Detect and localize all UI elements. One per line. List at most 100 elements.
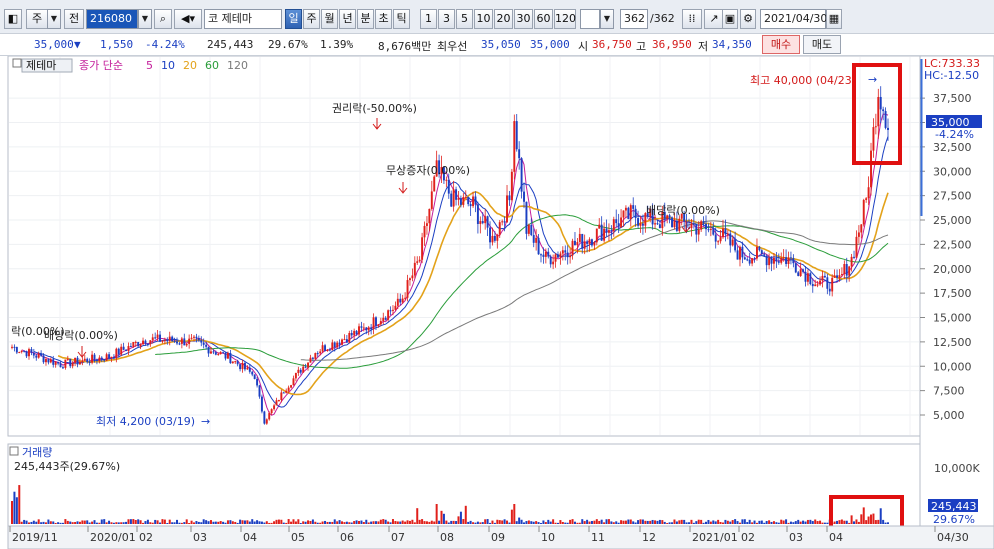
candle-body xyxy=(770,257,773,264)
candle-body xyxy=(535,237,538,243)
volume-bar xyxy=(142,522,145,524)
sell-button[interactable]: 매도 xyxy=(803,35,841,54)
volume-bar xyxy=(144,521,147,524)
prev-button[interactable]: 전 xyxy=(64,9,84,29)
volume-bar xyxy=(552,519,555,524)
date-tick-5: 05 xyxy=(291,531,305,544)
candle-body xyxy=(178,343,181,345)
candle-body xyxy=(416,261,419,263)
candle-body xyxy=(857,232,860,237)
volume-bar xyxy=(260,521,263,524)
gear-icon[interactable]: ⚙ xyxy=(740,9,756,29)
candle-body xyxy=(552,261,555,265)
period-button-0[interactable]: 일 xyxy=(285,9,302,29)
search-icon[interactable]: ⌕ xyxy=(154,9,172,29)
candle-body xyxy=(819,280,822,285)
stock-code-input[interactable]: 216080 xyxy=(86,9,138,29)
grid-icon[interactable]: ⁞⁞ xyxy=(682,9,702,29)
interval-custom-input[interactable] xyxy=(580,9,600,29)
candle-body xyxy=(743,257,746,260)
volume-bar xyxy=(675,521,678,524)
interval-button-5[interactable]: 30 xyxy=(514,9,533,29)
volume-bar xyxy=(110,522,113,524)
candle-body xyxy=(168,336,171,341)
candle-body xyxy=(392,309,394,311)
candle-body xyxy=(137,341,140,347)
volume-bar xyxy=(809,519,812,524)
candle-body xyxy=(98,357,101,361)
period-button-4[interactable]: 분 xyxy=(357,9,374,29)
interval-button-6[interactable]: 60 xyxy=(534,9,553,29)
candle-body xyxy=(408,278,411,281)
volume-bar xyxy=(151,522,154,524)
count-input[interactable]: 362 xyxy=(620,9,648,29)
interval-button-7[interactable]: 120 xyxy=(554,9,576,29)
legend-stock-name: 제테마 xyxy=(26,59,56,72)
candle-body xyxy=(384,317,387,320)
buy-button[interactable]: 매수 xyxy=(762,35,800,54)
candle-body xyxy=(620,217,623,228)
period-button-2[interactable]: 월 xyxy=(321,9,338,29)
candle-body xyxy=(324,345,326,351)
market-dropdown-icon[interactable]: ▼ xyxy=(47,9,61,29)
date-tick-0: 2019/11 xyxy=(12,531,58,544)
candle-body xyxy=(333,342,336,348)
interval-button-1[interactable]: 3 xyxy=(438,9,455,29)
date-tick-10: 10 xyxy=(541,531,555,544)
layout-icon[interactable]: ◧ xyxy=(4,9,22,29)
candle-body xyxy=(406,280,409,298)
volume-bar xyxy=(792,522,795,524)
code-dropdown-icon[interactable]: ▼ xyxy=(138,9,152,29)
candle-body xyxy=(455,189,458,200)
stock-chart[interactable]: 37,50035,00032,50030,00027,50025,00022,5… xyxy=(0,56,994,549)
volume-bar xyxy=(724,519,727,524)
volume-bar xyxy=(758,520,761,524)
volume-bar xyxy=(161,519,164,524)
period-button-3[interactable]: 년 xyxy=(339,9,356,29)
volume-bar xyxy=(717,519,720,524)
dividend-annotation-0: 락(0.00%) xyxy=(11,325,65,338)
candle-body xyxy=(69,358,72,367)
save-icon[interactable]: ▣ xyxy=(722,9,738,29)
volume-bar xyxy=(794,521,797,524)
candle-body xyxy=(814,284,817,287)
volume-bar xyxy=(299,522,302,524)
date-tick-13: 2021/01 xyxy=(692,531,738,544)
volume-bar xyxy=(872,513,875,524)
interval-button-2[interactable]: 5 xyxy=(456,9,473,29)
date-tick-14: 02 xyxy=(741,531,755,544)
interval-button-3[interactable]: 10 xyxy=(474,9,493,29)
volume-bar xyxy=(304,521,307,524)
date-tick-6: 06 xyxy=(340,531,354,544)
period-button-1[interactable]: 주 xyxy=(303,9,320,29)
candle-body xyxy=(23,350,26,352)
candle-body xyxy=(853,256,855,258)
volume-bar xyxy=(248,521,251,524)
candle-body xyxy=(139,344,142,347)
candle-body xyxy=(882,109,885,112)
candle-body xyxy=(593,242,596,246)
price-tick-0: 37,500 xyxy=(933,92,972,105)
volume-bar xyxy=(195,521,198,524)
period-button-6[interactable]: 틱 xyxy=(393,9,410,29)
candle-body xyxy=(76,357,79,365)
volume-bar xyxy=(714,521,717,524)
volume-bar xyxy=(406,520,409,524)
price-tick-8: 17,500 xyxy=(933,287,972,300)
calendar-icon[interactable]: ▦ xyxy=(826,9,842,29)
rate-tag-text: -4.24% xyxy=(935,128,974,141)
interval-button-4[interactable]: 20 xyxy=(494,9,513,29)
candle-body xyxy=(275,400,278,406)
volume-bar xyxy=(139,520,142,524)
interval-button-0[interactable]: 1 xyxy=(420,9,437,29)
market-select[interactable]: 주 xyxy=(26,9,48,29)
trend-icon[interactable]: ↗ xyxy=(704,9,724,29)
volume-bar xyxy=(789,521,792,524)
interval-dropdown-icon[interactable]: ▼ xyxy=(600,9,614,29)
period-button-5[interactable]: 초 xyxy=(375,9,392,29)
sound-icon[interactable]: ◀▾ xyxy=(174,9,202,29)
candle-body xyxy=(622,210,625,218)
date-input[interactable]: 2021/04/30 xyxy=(760,9,827,29)
candle-body xyxy=(850,256,853,267)
volume-bar xyxy=(860,514,863,524)
